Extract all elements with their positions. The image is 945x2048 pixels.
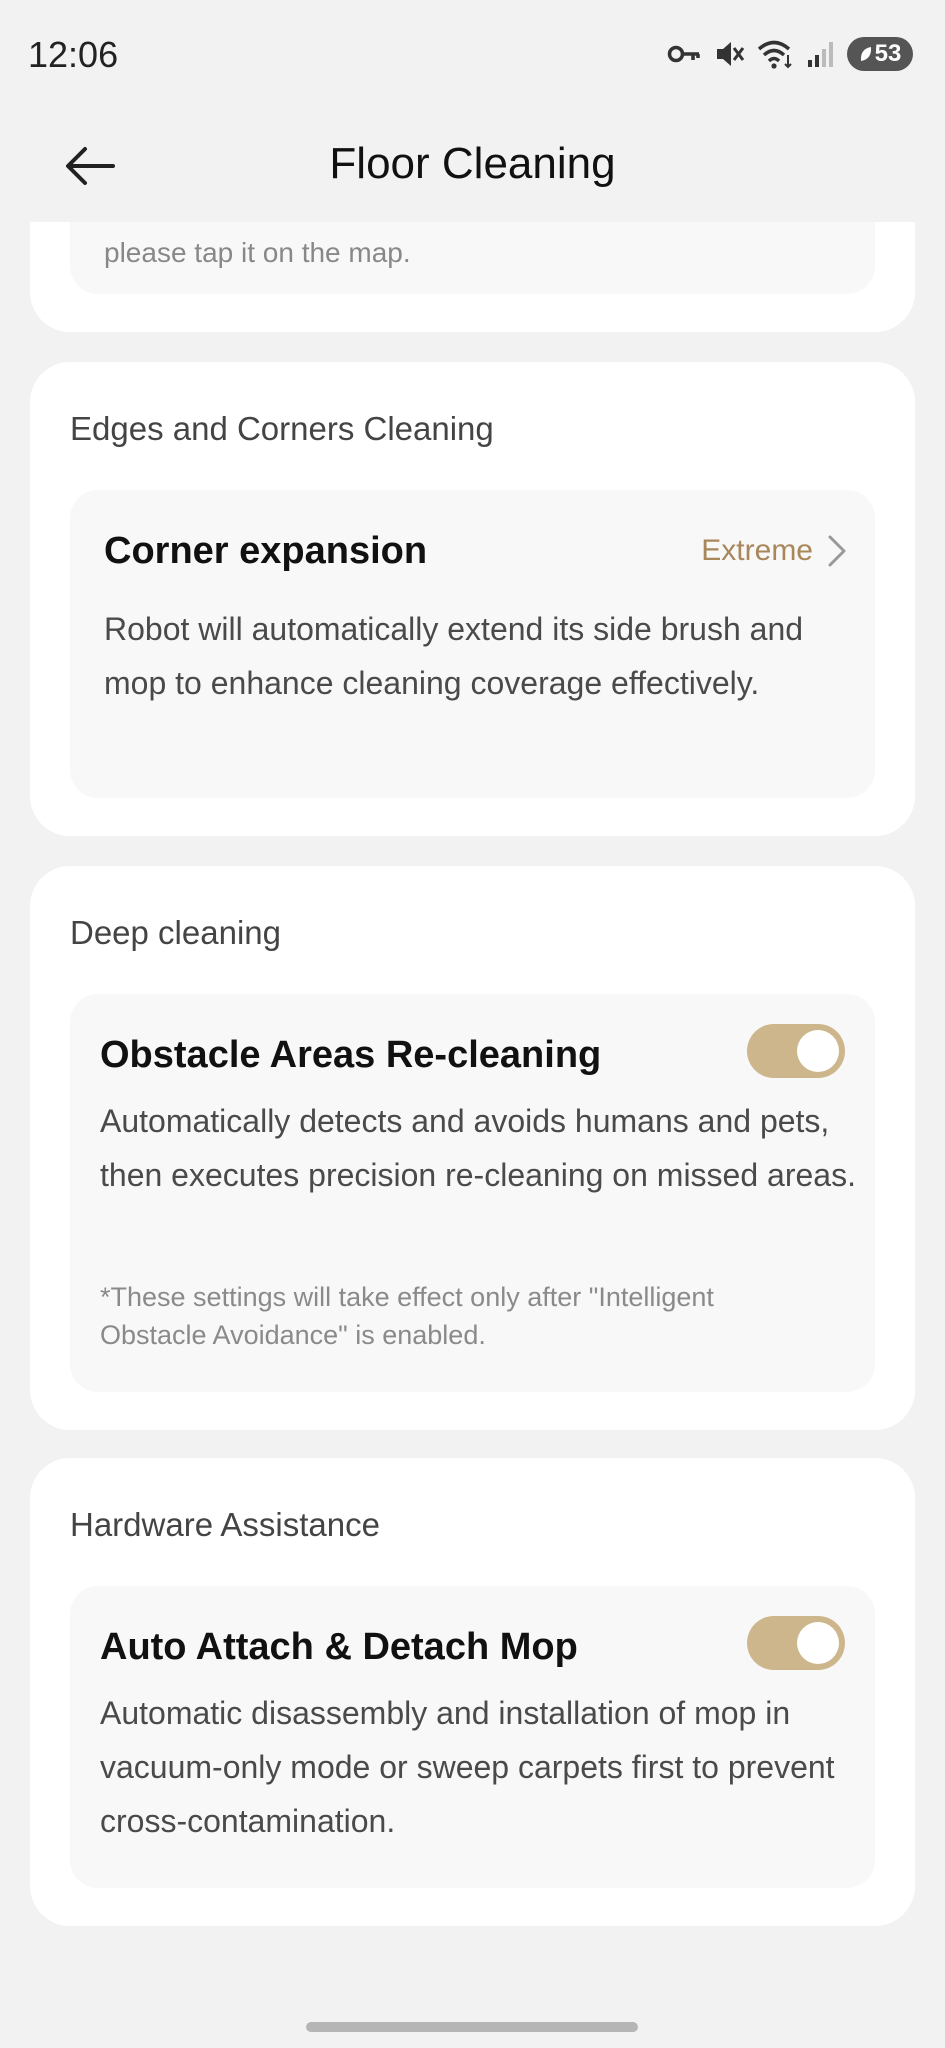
hardware-card: Hardware Assistance Auto Attach & Detach… — [30, 1458, 915, 1926]
toggle-knob — [797, 1622, 839, 1664]
corner-expansion-item[interactable]: Corner expansion Extreme Robot will auto… — [70, 490, 875, 798]
edges-card: Edges and Corners Cleaning Corner expans… — [30, 362, 915, 836]
mop-attach-desc: Automatic disassembly and installation o… — [100, 1695, 835, 1839]
signal-icon — [808, 42, 833, 67]
edges-section-title: Edges and Corners Cleaning — [70, 410, 494, 447]
deep-cleaning-card: Deep cleaning Obstacle Areas Re-cleaning… — [30, 866, 915, 1430]
settings-list[interactable]: please tap it on the map. Edges and Corn… — [0, 222, 945, 2010]
obstacle-recleaning-toggle[interactable] — [747, 1024, 845, 1078]
top-card: please tap it on the map. — [30, 222, 915, 332]
status-icons: 53 — [667, 36, 913, 72]
mop-attach-item: Auto Attach & Detach Mop Automatic disas… — [70, 1586, 875, 1888]
deep-section-title: Deep cleaning — [70, 914, 281, 951]
home-indicator[interactable] — [306, 2022, 638, 2032]
hardware-section-title: Hardware Assistance — [70, 1506, 380, 1543]
top-card-desc: please tap it on the map. — [104, 237, 411, 268]
leaf-icon — [860, 47, 871, 61]
corner-expansion-desc: Robot will automatically extend its side… — [104, 611, 804, 701]
obstacle-recleaning-title: Obstacle Areas Re-cleaning — [100, 1034, 602, 1076]
corner-expansion-value-text: Extreme — [701, 534, 813, 567]
obstacle-recleaning-note: *These settings will take effect only af… — [100, 1282, 714, 1350]
status-bar: 12:06 53 — [0, 0, 945, 110]
chevron-right-icon — [828, 535, 846, 567]
obstacle-recleaning-item: Obstacle Areas Re-cleaning Automatically… — [70, 994, 875, 1392]
mute-icon — [717, 42, 745, 66]
page-title: Floor Cleaning — [329, 139, 616, 188]
status-time: 12:06 — [28, 34, 119, 75]
app-header: Floor Cleaning — [0, 110, 945, 222]
battery-level: 53 — [874, 40, 902, 67]
obstacle-recleaning-desc: Automatically detects and avoids humans … — [100, 1103, 856, 1193]
top-inner-card: please tap it on the map. — [70, 222, 875, 294]
mop-attach-toggle[interactable] — [747, 1616, 845, 1670]
corner-expansion-value[interactable]: Extreme — [701, 534, 847, 568]
corner-expansion-title: Corner expansion — [104, 530, 428, 572]
toggle-knob — [797, 1030, 839, 1072]
mop-attach-title: Auto Attach & Detach Mop — [100, 1626, 578, 1668]
vpn-key-icon — [667, 45, 700, 63]
battery-indicator: 53 — [847, 37, 913, 71]
wifi-icon — [757, 40, 792, 69]
